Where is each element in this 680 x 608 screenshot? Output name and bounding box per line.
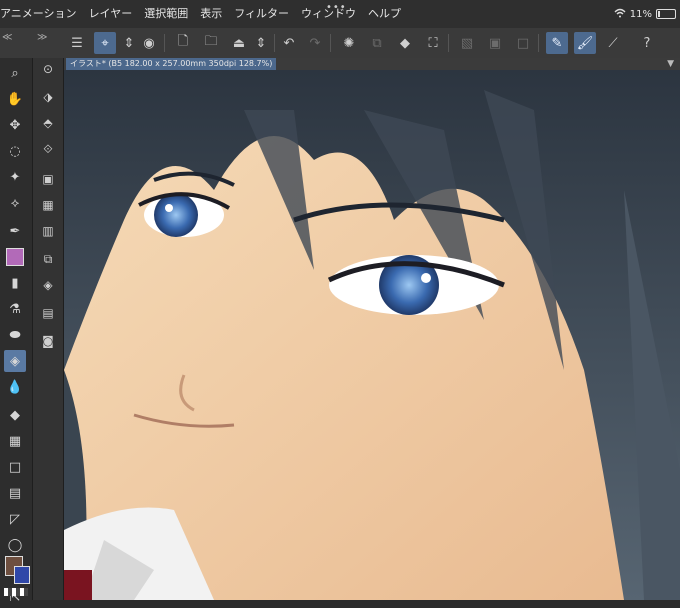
blend-icon[interactable]: ⬬	[4, 324, 26, 346]
expand-icon[interactable]: ≫	[37, 32, 47, 43]
illustration	[64, 70, 680, 600]
save-icon[interactable]: ⏏	[228, 32, 250, 54]
eye-icon[interactable]: ◉	[138, 32, 160, 54]
marker-icon[interactable]: ▮	[4, 272, 26, 294]
stack-icon[interactable]: ◈	[37, 274, 59, 296]
chevron-down-icon[interactable]: ▼	[667, 58, 674, 70]
background-color-swatch[interactable]	[14, 566, 30, 584]
loading-icon[interactable]: ✺	[338, 32, 360, 54]
wifi-icon	[614, 8, 626, 21]
help-icon[interactable]: ?	[636, 32, 658, 54]
ruler-icon[interactable]: ⌖	[94, 32, 116, 54]
tool-palette: ≪ ⌕ ✋ ✥ ◌ ✦ ⟡ ✒ ▮ ⚗ ⬬ ◈ 💧 ◆ ▦ □ ▤ ◸ ◯ A …	[0, 32, 33, 605]
eye-highlight-left	[165, 204, 173, 212]
canvas-tab[interactable]: イラスト* (B5 182.00 x 257.00mm 350dpi 128.7…	[66, 58, 277, 70]
stepper-icon[interactable]: ⇕	[118, 32, 140, 54]
new-file-icon[interactable]: 🗋	[172, 32, 194, 54]
menu-filter[interactable]: フィルター	[228, 0, 295, 28]
eraser-hard-icon[interactable]: ⬗	[37, 86, 59, 108]
crop-icon[interactable]: ⛶	[422, 32, 444, 54]
open-folder-icon[interactable]: 🗀	[200, 32, 222, 54]
divider	[274, 34, 275, 52]
eraser-soft-icon[interactable]: ⬘	[37, 112, 59, 134]
balloon-icon[interactable]: ◯	[4, 534, 26, 556]
hand-icon[interactable]: ✋	[4, 88, 26, 110]
camera-icon[interactable]: ◙	[37, 330, 59, 352]
line-icon[interactable]: ⟋	[602, 32, 624, 54]
collapse-icon[interactable]: ≪	[2, 32, 12, 43]
menu-icon[interactable]: ☰	[66, 32, 88, 54]
line-icon[interactable]: ◸	[4, 508, 26, 530]
menu-help[interactable]: ヘルプ	[362, 0, 407, 28]
menu-view[interactable]: 表示	[194, 0, 228, 28]
command-bar: ☰ ⌖ ⇕ ◉ 🗋 🗀 ⏏ ⇕ ↶ ↷ ✺ ⧉ ◆ ⛶ ▧ ▣ □ ✎ 🖌 ⟋ …	[0, 28, 680, 59]
fill-icon[interactable]: ◆	[4, 404, 26, 426]
eraser-icon[interactable]: ◈	[4, 350, 26, 372]
canvas-artwork[interactable]	[64, 70, 680, 600]
undo-icon[interactable]: ↶	[278, 32, 300, 54]
divider	[538, 34, 539, 52]
avatar-icon[interactable]	[4, 246, 26, 268]
eraser-vector-icon[interactable]: ⟐	[37, 138, 59, 160]
jacket	[64, 570, 92, 600]
battery-icon	[656, 9, 676, 19]
brush-icon[interactable]: 🖌	[574, 32, 596, 54]
layers-icon[interactable]: ⧉	[37, 248, 59, 270]
menu-layer[interactable]: レイヤー	[83, 0, 139, 28]
redo-icon[interactable]: ↷	[304, 32, 326, 54]
airbrush-icon[interactable]: ⚗	[4, 298, 26, 320]
stepper-icon[interactable]: ⇕	[250, 32, 272, 54]
drop-icon[interactable]: 💧	[4, 376, 26, 398]
move-icon[interactable]: ✥	[4, 114, 26, 136]
zoom-icon[interactable]: ⌕	[4, 62, 26, 84]
battery-percent: 11%	[629, 8, 652, 20]
invert-icon[interactable]: □	[512, 32, 534, 54]
pen-icon[interactable]: ✎	[546, 32, 568, 54]
divider	[330, 34, 331, 52]
layer-icon[interactable]: ▣	[37, 168, 59, 190]
calendar-icon[interactable]: ▤	[37, 302, 59, 324]
status-bar: 11%	[614, 0, 676, 28]
rectangle-icon[interactable]: □	[4, 456, 26, 478]
layer-icon[interactable]: ▣	[484, 32, 506, 54]
magic-wand-icon[interactable]: ✦	[4, 166, 26, 188]
menu-animation[interactable]: アニメーション	[0, 0, 83, 28]
grid-icon[interactable]: ▦	[37, 194, 59, 216]
divider	[164, 34, 165, 52]
pen-icon[interactable]: ✒	[4, 220, 26, 242]
canvas-tab-bar: イラスト* (B5 182.00 x 257.00mm 350dpi 128.7…	[64, 58, 680, 70]
filmstrip-icon[interactable]: ▥	[37, 220, 59, 242]
fill-icon[interactable]: ◆	[394, 32, 416, 54]
copy-icon[interactable]: ⧉	[366, 32, 388, 54]
transform-icon[interactable]: ▧	[456, 32, 478, 54]
eyedropper-icon[interactable]: ⟡	[4, 192, 26, 214]
lasso-icon[interactable]: ◌	[4, 140, 26, 162]
grid-icon[interactable]: ▤	[4, 482, 26, 504]
eye-highlight-right	[421, 273, 431, 283]
eye-iris-left	[154, 193, 198, 237]
transparent-color-swatch[interactable]	[4, 588, 28, 596]
multitask-dots[interactable]: •••	[326, 2, 347, 13]
menu-selection[interactable]: 選択範囲	[138, 0, 194, 28]
gradient-icon[interactable]: ▦	[4, 430, 26, 452]
compass-icon[interactable]: ⊙	[37, 58, 59, 80]
sub-tool-palette: ≫ ⊙ ⬗ ⬘ ⟐ ▣ ▦ ▥ ⧉ ◈ ▤ ◙	[33, 32, 64, 600]
divider	[448, 34, 449, 52]
